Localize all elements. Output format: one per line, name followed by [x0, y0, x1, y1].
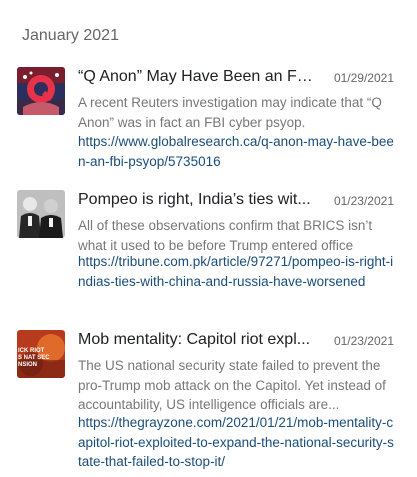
article-title[interactable]: Mob mentality: Capitol riot expl...: [78, 331, 318, 349]
thumbnail-caption: ICK RIOT: [18, 348, 45, 354]
article-header: Pompeo is right, India’s ties wit... 01/…: [78, 191, 396, 213]
article-snippet: The US national security state failed to…: [78, 358, 386, 412]
news-archive-panel: January 2021 “Q Anon” May Have Been an F…: [0, 0, 417, 477]
article-date: 01/29/2021: [333, 71, 394, 85]
leaders-photo-thumbnail-icon[interactable]: [17, 190, 65, 238]
article-link[interactable]: https://thegrayzone.com/2021/01/21/mob-m…: [78, 413, 396, 472]
article-link[interactable]: https://tribune.com.pk/article/97271/pom…: [78, 252, 396, 291]
article-item[interactable]: ICK RIOT S NAT SEC NSION Mob mentality: …: [17, 330, 397, 469]
month-heading: January 2021: [22, 27, 119, 44]
article-title[interactable]: Pompeo is right, India’s ties wit...: [78, 191, 318, 209]
article-link[interactable]: https://www.globalresearch.ca/q-anon-may…: [78, 132, 396, 171]
q-anon-thumbnail-icon[interactable]: [17, 67, 65, 115]
article-header: “Q Anon” May Have Been an FB... 01/29/20…: [78, 68, 396, 90]
capitol-riot-thumbnail-icon[interactable]: ICK RIOT S NAT SEC NSION: [17, 330, 65, 378]
article-item[interactable]: “Q Anon” May Have Been an FB... 01/29/20…: [17, 67, 397, 169]
svg-text:NSION: NSION: [18, 362, 37, 368]
svg-text:S NAT SEC: S NAT SEC: [18, 355, 50, 361]
article-title[interactable]: “Q Anon” May Have Been an FB...: [78, 68, 318, 86]
article-date: 01/23/2021: [333, 194, 394, 208]
article-date: 01/23/2021: [333, 334, 394, 348]
article-item[interactable]: Pompeo is right, India’s ties wit... 01/…: [17, 190, 397, 305]
article-header: Mob mentality: Capitol riot expl... 01/2…: [78, 331, 396, 353]
article-snippet: All of these observations confirm that B…: [78, 218, 373, 253]
article-snippet: A recent Reuters investigation may indic…: [78, 95, 382, 130]
